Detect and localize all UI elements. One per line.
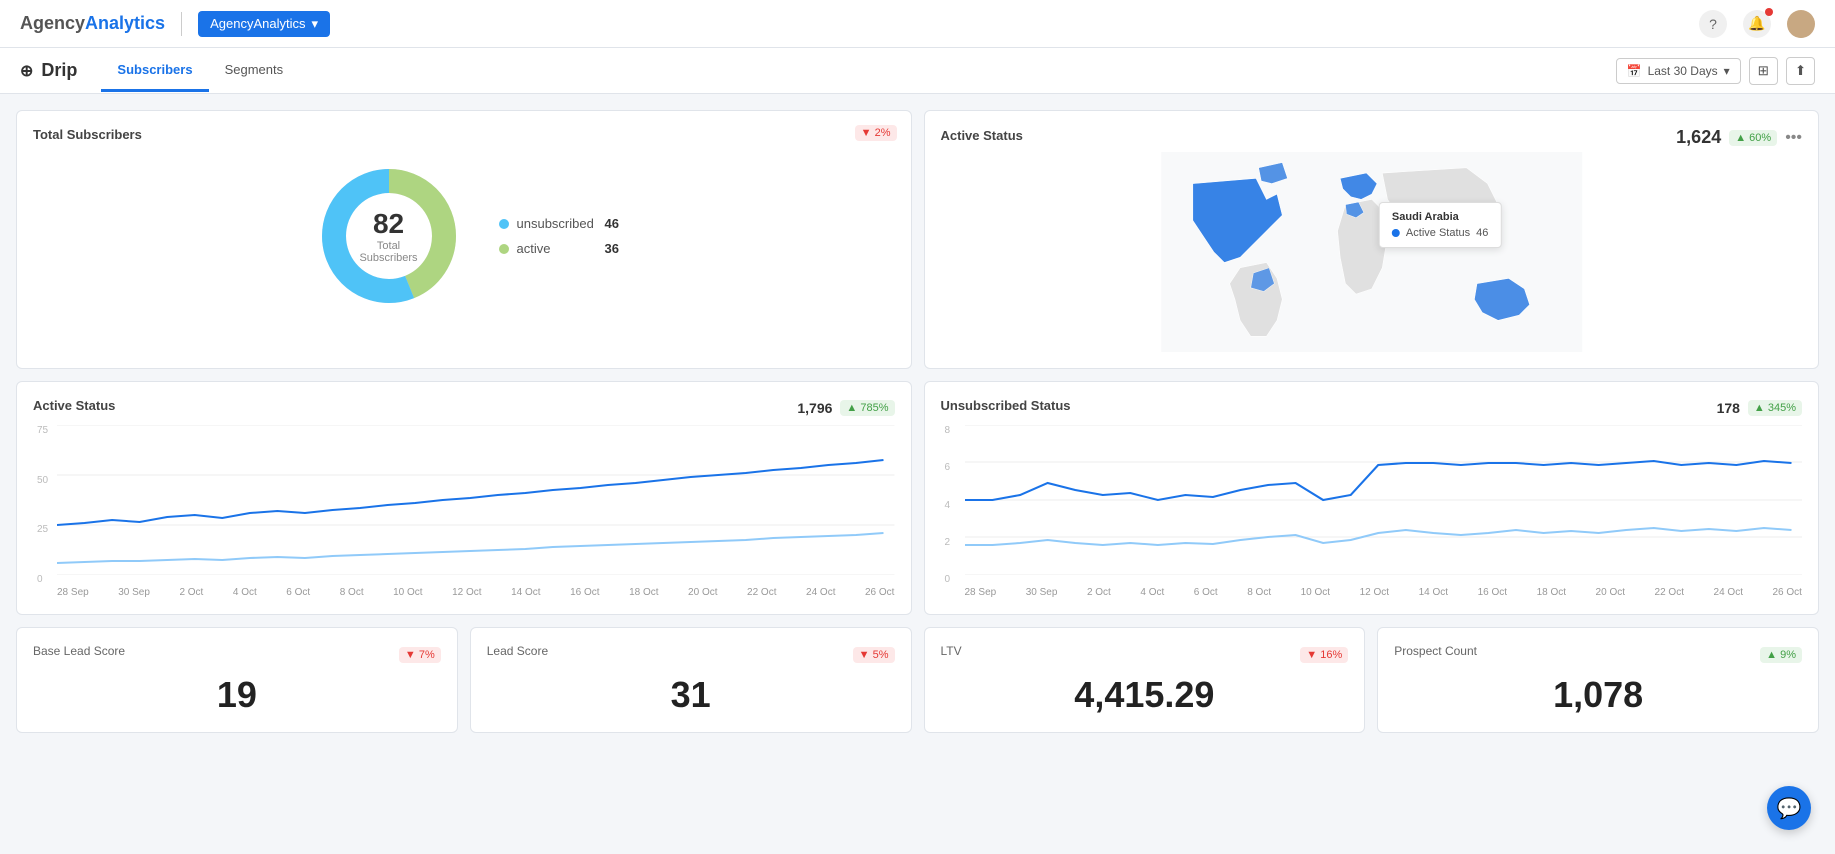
- map-change: ▲ 60%: [1729, 130, 1777, 146]
- page-title: ⊕ Drip: [20, 60, 77, 81]
- date-filter-button[interactable]: 📅 Last 30 Days ▾: [1616, 58, 1741, 84]
- chevron-down-icon: ▾: [311, 16, 318, 32]
- lead-score-value: 31: [487, 666, 895, 716]
- donut-label: 82 Total Subscribers: [349, 208, 429, 264]
- unsub-chart-header: Unsubscribed Status 178 ▲ 345%: [941, 398, 1803, 417]
- unsub-chart-y-labels: 86420: [941, 425, 955, 585]
- chat-button[interactable]: 💬: [1767, 786, 1811, 830]
- unsub-chart-change: ▲ 345%: [1748, 400, 1802, 416]
- drip-icon: ⊕: [20, 61, 33, 81]
- prospect-count-title: Prospect Count: [1394, 644, 1477, 658]
- base-lead-score-badge: ▼ 7%: [399, 647, 441, 663]
- tab-segments[interactable]: Segments: [209, 50, 300, 92]
- donut-number: 82: [349, 208, 429, 240]
- logo-analytics: Analytics: [85, 13, 165, 34]
- map-count: 1,624: [1676, 127, 1721, 148]
- logo: AgencyAnalytics: [20, 13, 165, 34]
- legend-active: active 36: [499, 241, 619, 256]
- chevron-down-icon: ▾: [1724, 64, 1730, 78]
- agency-button[interactable]: AgencyAnalytics ▾: [198, 11, 330, 37]
- tooltip-label: Active Status: [1406, 227, 1470, 239]
- tooltip-country: Saudi Arabia: [1392, 211, 1488, 223]
- active-chart-change: ▲ 785%: [840, 400, 894, 416]
- prospect-count-value: 1,078: [1394, 666, 1802, 716]
- total-subscribers-card: Total Subscribers ▼ 2% 82 Total Subscrib…: [16, 110, 912, 369]
- ltv-badge: ▼ 16%: [1300, 647, 1348, 663]
- legend-unsubscribed: unsubscribed 46: [499, 216, 619, 231]
- lead-score-badge: ▼ 5%: [853, 647, 895, 663]
- legend-dot-active: [499, 244, 509, 254]
- notification-badge: [1765, 8, 1773, 16]
- main-content: Total Subscribers ▼ 2% 82 Total Subscrib…: [0, 94, 1835, 749]
- grid-view-button[interactable]: ⊞: [1749, 57, 1778, 85]
- tooltip-value: 46: [1476, 227, 1488, 239]
- active-chart-y-labels: 7550250: [33, 425, 52, 585]
- active-status-chart-card: Active Status 1,796 ▲ 785% 7550250: [16, 381, 912, 615]
- total-subscribers-badge: ▼ 2%: [855, 125, 897, 141]
- donut-chart: 82 Total Subscribers: [309, 156, 469, 316]
- tooltip-row: Active Status 46: [1392, 227, 1488, 239]
- active-status-map-title: Active Status: [941, 128, 1023, 143]
- metrics-row: Base Lead Score ▼ 7% 19 Lead Score ▼ 5% …: [16, 627, 1819, 733]
- prospect-count-card: Prospect Count ▲ 9% 1,078: [1377, 627, 1819, 733]
- map-header: Active Status 1,624 ▲ 60% •••: [941, 127, 1803, 148]
- sub-header: ⊕ Drip Subscribers Segments 📅 Last 30 Da…: [0, 48, 1835, 94]
- help-icon[interactable]: ?: [1699, 10, 1727, 38]
- map-more-icon[interactable]: •••: [1785, 129, 1802, 147]
- share-button[interactable]: ⬆: [1786, 57, 1815, 85]
- ltv-title: LTV: [941, 644, 962, 658]
- lead-score-title: Lead Score: [487, 644, 548, 658]
- active-status-map-card: Active Status 1,624 ▲ 60% •••: [924, 110, 1820, 369]
- header-divider: [181, 12, 182, 36]
- unsub-chart-stats: 178 ▲ 345%: [1717, 400, 1802, 416]
- total-subscribers-title: Total Subscribers: [33, 127, 895, 142]
- active-chart-header: Active Status 1,796 ▲ 785%: [33, 398, 895, 417]
- base-lead-score-value: 19: [33, 666, 441, 716]
- unsub-chart-count: 178: [1717, 400, 1740, 416]
- unsub-chart-area: 86420: [941, 425, 1803, 585]
- world-map-area: Saudi Arabia Active Status 46: [941, 152, 1803, 352]
- nav-tabs: Subscribers Segments: [101, 50, 299, 91]
- lead-score-card: Lead Score ▼ 5% 31: [470, 627, 912, 733]
- donut-container: 82 Total Subscribers unsubscribed 46 act…: [33, 146, 895, 326]
- base-lead-score-card: Base Lead Score ▼ 7% 19: [16, 627, 458, 733]
- ltv-value: 4,415.29: [941, 666, 1349, 716]
- active-chart-title: Active Status: [33, 398, 115, 413]
- donut-sublabel: Total Subscribers: [349, 240, 429, 264]
- prospect-count-badge: ▲ 9%: [1760, 647, 1802, 663]
- world-map-svg: [941, 152, 1803, 352]
- map-tooltip: Saudi Arabia Active Status 46: [1379, 202, 1501, 248]
- avatar[interactable]: [1787, 10, 1815, 38]
- unsub-chart-title: Unsubscribed Status: [941, 398, 1071, 413]
- active-chart-stats: 1,796 ▲ 785%: [797, 400, 894, 416]
- map-stats: 1,624 ▲ 60% •••: [1676, 127, 1802, 148]
- tab-subscribers[interactable]: Subscribers: [101, 50, 208, 92]
- active-chart-x-labels: 28 Sep30 Sep2 Oct4 Oct6 Oct8 Oct10 Oct12…: [33, 585, 895, 598]
- unsub-chart-x-labels: 28 Sep30 Sep2 Oct4 Oct6 Oct8 Oct10 Oct12…: [941, 585, 1803, 598]
- active-chart-area: 7550250: [33, 425, 895, 585]
- sub-header-right: 📅 Last 30 Days ▾ ⊞ ⬆: [1616, 57, 1815, 85]
- donut-legend: unsubscribed 46 active 36: [499, 216, 619, 256]
- base-lead-score-title: Base Lead Score: [33, 644, 125, 658]
- tooltip-dot: [1392, 229, 1400, 237]
- active-chart-count: 1,796: [797, 400, 832, 416]
- charts-row: Active Status 1,796 ▲ 785% 7550250: [16, 381, 1819, 615]
- logo-agency: Agency: [20, 13, 85, 34]
- legend-dot-unsubscribed: [499, 219, 509, 229]
- notifications-icon[interactable]: 🔔: [1743, 10, 1771, 38]
- header: AgencyAnalytics AgencyAnalytics ▾ ? 🔔: [0, 0, 1835, 48]
- ltv-card: LTV ▼ 16% 4,415.29: [924, 627, 1366, 733]
- unsubscribed-status-chart-card: Unsubscribed Status 178 ▲ 345% 86420: [924, 381, 1820, 615]
- top-cards-row: Total Subscribers ▼ 2% 82 Total Subscrib…: [16, 110, 1819, 369]
- calendar-icon: 📅: [1627, 64, 1642, 78]
- header-right: ? 🔔: [1699, 10, 1815, 38]
